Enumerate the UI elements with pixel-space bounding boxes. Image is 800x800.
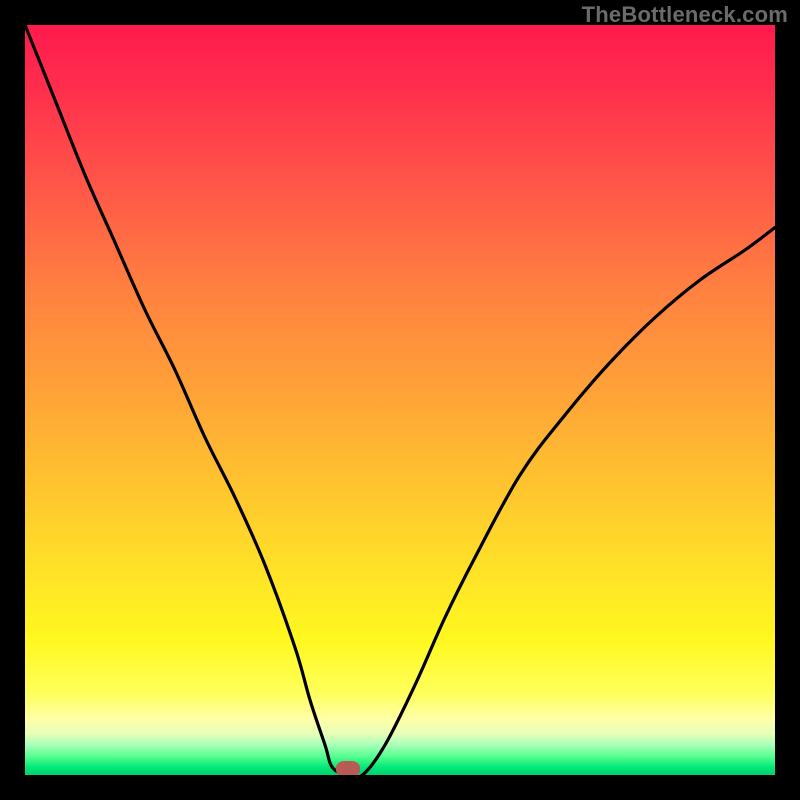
curve-svg <box>25 25 775 775</box>
bottleneck-curve <box>25 25 775 775</box>
plot-area <box>25 25 775 775</box>
chart-frame: TheBottleneck.com <box>0 0 800 800</box>
optimal-point-marker <box>336 761 360 775</box>
watermark-text: TheBottleneck.com <box>582 2 788 28</box>
